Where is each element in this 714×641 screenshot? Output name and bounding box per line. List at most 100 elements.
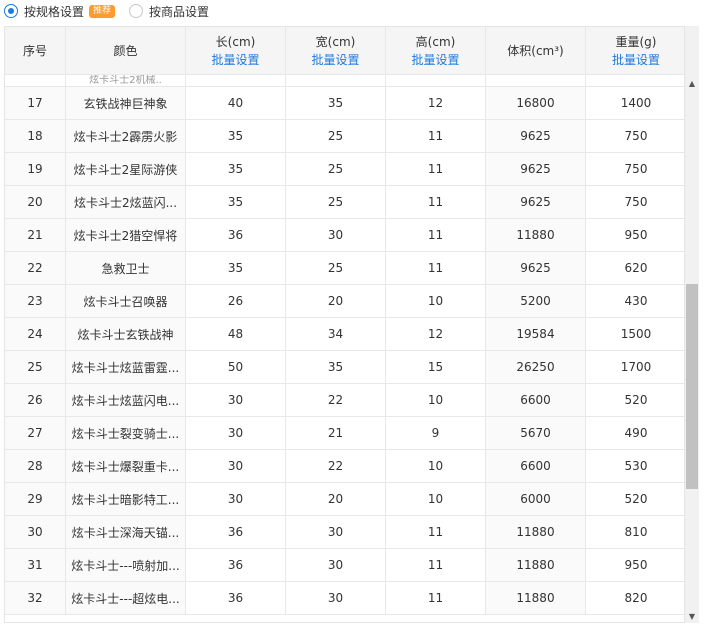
row-length-cell: 48 (186, 318, 286, 351)
row-width-cell: 20 (286, 285, 386, 318)
row-width-cell: 25 (286, 252, 386, 285)
row-volume-cell-text: 6600 (520, 393, 551, 407)
row-color-cell-text: 炫卡斗士炫蓝闪电... (71, 393, 180, 408)
batch-set-width-link[interactable]: 批量设置 (311, 51, 359, 69)
row-color-cell: 炫卡斗士爆裂重卡... (66, 450, 186, 483)
row-volume-cell: 16800 (486, 87, 586, 120)
row-height-cell-text: 9 (431, 426, 440, 440)
row-length-cell: 50 (186, 351, 286, 384)
row-length-cell-text: 30 (227, 492, 244, 506)
header-volume: 体积(cm³) (486, 27, 586, 75)
scroll-up-arrow-icon[interactable]: ▲ (685, 78, 699, 88)
partial-volume-cell (486, 75, 586, 87)
row-volume-cell-text: 9625 (520, 261, 551, 275)
row-width-cell-text: 20 (327, 492, 344, 506)
row-length-cell-text: 35 (227, 195, 244, 209)
scrollbar-thumb[interactable] (686, 284, 698, 489)
row-width-cell: 20 (286, 483, 386, 516)
row-length-cell: 36 (186, 516, 286, 549)
row-width-cell: 21 (286, 417, 386, 450)
radio-unchecked-icon[interactable] (129, 4, 144, 18)
radio-by-spec[interactable]: 按规格设置 推荐 (4, 3, 116, 20)
row-length-cell: 35 (186, 186, 286, 219)
row-color-cell-text: 炫卡斗士召唤器 (83, 294, 168, 309)
row-color-cell: 炫卡斗士2霹雳火影 (66, 120, 186, 153)
row-length-cell-text: 30 (227, 393, 244, 407)
row-index-cell: 20 (5, 186, 66, 219)
row-index-cell-text: 29 (27, 492, 43, 506)
batch-set-weight-link[interactable]: 批量设置 (612, 51, 660, 69)
row-width-cell: 30 (286, 219, 386, 252)
table-row: 24 炫卡斗士玄铁战神 48 34 12 19584 1500 (5, 318, 684, 351)
row-width-cell: 25 (286, 120, 386, 153)
row-height-cell: 9 (386, 417, 486, 450)
row-volume-cell-text: 5200 (520, 294, 551, 308)
row-length-cell-text: 26 (227, 294, 244, 308)
header-color-label: 颜色 (113, 43, 138, 58)
table-row: 26 炫卡斗士炫蓝闪电... 30 22 10 6600 520 (5, 384, 684, 417)
row-height-cell-text: 11 (427, 162, 444, 176)
row-color-cell-text: 炫卡斗士裂变骑士... (71, 426, 180, 441)
row-volume-cell-text: 5670 (520, 426, 551, 440)
row-height-cell: 11 (386, 120, 486, 153)
row-weight-cell-text: 1400 (620, 96, 652, 110)
row-height-cell-text: 10 (427, 492, 444, 506)
row-color-cell: 急救卫士 (66, 252, 186, 285)
row-length-cell-text: 36 (227, 591, 244, 605)
row-index-cell-text: 26 (27, 393, 43, 407)
row-color-cell: 炫卡斗士玄铁战神 (66, 318, 186, 351)
row-width-cell-text: 35 (327, 360, 344, 374)
batch-set-length-link[interactable]: 批量设置 (211, 51, 259, 69)
row-width-cell: 22 (286, 450, 386, 483)
header-color: 颜色 (66, 27, 186, 75)
row-weight-cell: 750 (586, 120, 684, 153)
row-height-cell-text: 11 (427, 525, 444, 539)
row-color-cell-text: 炫卡斗士---喷射加... (71, 558, 180, 573)
row-color-cell: 炫卡斗士---超炫电... (66, 582, 186, 615)
row-height-cell-text: 11 (427, 195, 444, 209)
partial-color-cell: 炫卡斗士2机械.. (66, 75, 186, 87)
row-volume-cell: 5200 (486, 285, 586, 318)
radio-by-spec-label: 按规格设置 (24, 4, 85, 19)
vertical-scrollbar[interactable]: ▲ ▼ (685, 26, 699, 623)
row-height-cell: 12 (386, 87, 486, 120)
row-index-cell: 29 (5, 483, 66, 516)
row-width-cell-text: 22 (327, 459, 344, 473)
row-length-cell: 26 (186, 285, 286, 318)
scroll-down-arrow-icon[interactable]: ▼ (685, 611, 699, 621)
row-index-cell: 25 (5, 351, 66, 384)
row-color-cell-text: 炫卡斗士玄铁战神 (77, 327, 174, 342)
table-row: 23 炫卡斗士召唤器 26 20 10 5200 430 (5, 285, 684, 318)
setting-mode-bar: 按规格设置 推荐 按商品设置 (0, 0, 714, 22)
row-color-cell: 炫卡斗士炫蓝雷霆... (66, 351, 186, 384)
row-width-cell-text: 21 (327, 426, 344, 440)
row-volume-cell: 19584 (486, 318, 586, 351)
batch-set-height-link[interactable]: 批量设置 (411, 51, 459, 69)
row-volume-cell: 6600 (486, 450, 586, 483)
header-weight-label: 重量(g) (615, 34, 657, 49)
row-color-cell-text: 炫卡斗士2星际游侠 (73, 162, 178, 177)
row-index-cell-text: 32 (27, 591, 43, 605)
row-volume-cell: 11880 (486, 582, 586, 615)
row-height-cell-text: 11 (427, 558, 444, 572)
row-index-cell-text: 27 (27, 426, 43, 440)
row-width-cell: 30 (286, 516, 386, 549)
row-weight-cell: 810 (586, 516, 684, 549)
row-height-cell-text: 11 (427, 261, 444, 275)
row-weight-cell-text: 490 (624, 426, 648, 440)
row-width-cell-text: 35 (327, 96, 344, 110)
row-volume-cell-text: 11880 (516, 558, 555, 572)
row-color-cell: 炫卡斗士2星际游侠 (66, 153, 186, 186)
header-width: 宽(cm) 批量设置 (286, 27, 386, 75)
radio-by-product[interactable]: 按商品设置 (129, 3, 209, 20)
row-height-cell-text: 10 (427, 459, 444, 473)
row-color-cell: 炫卡斗士深海天锚... (66, 516, 186, 549)
table-header: 序号 颜色 长(cm) 批量设置 宽(cm) 批量设置 高(cm) 批量设置 体… (5, 27, 684, 75)
radio-checked-icon[interactable] (4, 4, 18, 18)
row-height-cell: 15 (386, 351, 486, 384)
header-index: 序号 (5, 27, 66, 75)
row-height-cell-text: 12 (427, 327, 444, 341)
row-volume-cell-text: 26250 (516, 360, 555, 374)
row-width-cell-text: 20 (327, 294, 344, 308)
row-weight-cell: 750 (586, 153, 684, 186)
